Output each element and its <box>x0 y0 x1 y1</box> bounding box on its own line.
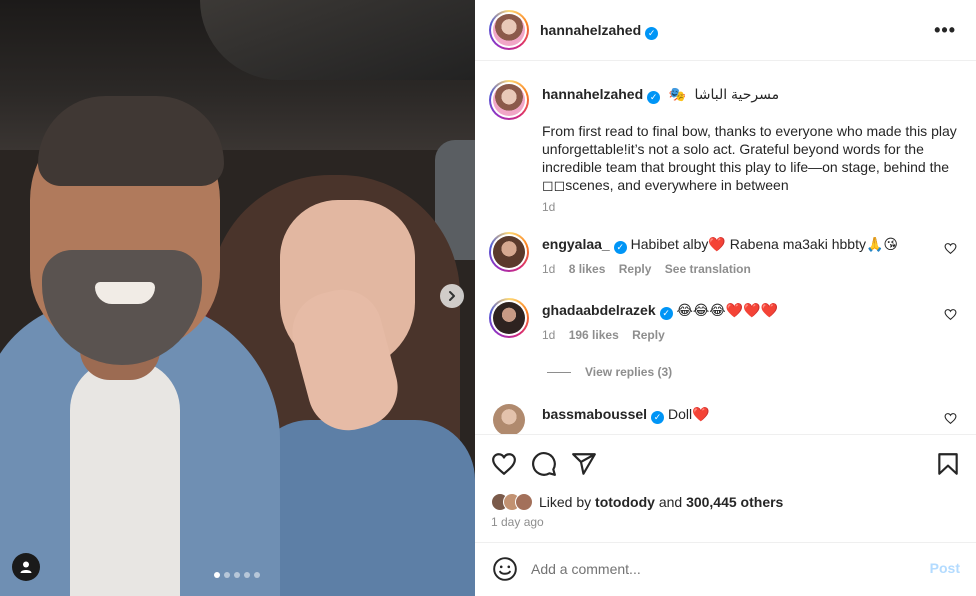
comment-item: ghadaabdelrazek ✓ 😂😂😂❤️❤️❤️ 1d 196 likes … <box>489 298 969 348</box>
view-replies-button[interactable]: View replies (3) <box>547 365 672 379</box>
commenter-avatar[interactable] <box>489 232 529 272</box>
comment-like-heart-icon[interactable] <box>944 412 957 425</box>
post-actions: Liked by totodody and 300,445 others 1 d… <box>475 434 976 542</box>
photo-man-mouth <box>95 282 155 304</box>
comment-item: bassmaboussel ✓ Doll❤️ <box>489 402 969 434</box>
commenter-username[interactable]: bassmaboussel <box>542 406 647 422</box>
next-slide-button[interactable] <box>440 284 464 308</box>
comment-likes[interactable]: 8 likes <box>569 262 606 276</box>
comment-like-heart-icon[interactable] <box>944 308 957 321</box>
post-comment-button[interactable]: Post <box>930 560 960 576</box>
commenter-avatar[interactable] <box>493 404 525 434</box>
share-icon[interactable] <box>571 451 597 477</box>
comment-text: 😂😂😂❤️❤️❤️ <box>676 302 778 318</box>
comment-likes[interactable]: 196 likes <box>569 328 619 342</box>
see-translation-button[interactable]: See translation <box>665 262 751 276</box>
liked-by-row: Liked by totodody and 300,445 others <box>491 491 783 513</box>
carousel-dot <box>234 572 240 578</box>
caption-header: hannahelzahed ✓ 🎭 مسرحية الباشا <box>542 86 779 104</box>
caption-text: From first read to final bow, thanks to … <box>542 123 957 193</box>
more-options-icon[interactable]: ••• <box>934 20 956 41</box>
post-details-panel: hannahelzahed ✓ ••• hannahelzahed ✓ 🎭 مسرح… <box>475 0 976 596</box>
comment-text: Habibet alby❤️ Rabena ma3aki hbbty🙏😘 <box>630 236 898 252</box>
comment-body: bassmaboussel ✓ Doll❤️ <box>542 406 710 424</box>
comment-body: engyalaa_ ✓ Habibet alby❤️ Rabena ma3aki … <box>542 236 898 254</box>
photo-man-hair <box>38 96 224 186</box>
author-name-row: hannahelzahed ✓ <box>540 22 659 40</box>
commenter-username[interactable]: engyalaa_ <box>542 236 610 252</box>
caption-author-username[interactable]: hannahelzahed <box>542 86 643 102</box>
carousel-dot <box>254 572 260 578</box>
liked-by-user[interactable]: totodody <box>595 494 655 510</box>
comment-meta: 1d 196 likes Reply <box>542 328 675 342</box>
comment-time: 1d <box>542 262 556 276</box>
car-roof-detail <box>200 0 475 80</box>
carousel-dots <box>214 572 260 578</box>
verified-icon: ✓ <box>647 91 661 104</box>
author-avatar[interactable] <box>489 10 529 50</box>
comment-input[interactable] <box>531 557 911 581</box>
comment-time: 1d <box>542 328 556 342</box>
liked-by-others[interactable]: 300,445 others <box>686 494 783 510</box>
caption-time: 1d <box>542 200 556 214</box>
carousel-dot <box>244 572 250 578</box>
verified-icon: ✓ <box>613 241 627 254</box>
emoji-icon[interactable] <box>492 556 518 582</box>
comment-text: Doll❤️ <box>667 406 710 422</box>
bookmark-icon[interactable] <box>935 451 961 477</box>
carousel-dot <box>214 572 220 578</box>
liked-by-and: and <box>658 494 683 510</box>
post-media[interactable] <box>0 0 475 596</box>
user-tag-icon <box>20 561 32 573</box>
comments-section[interactable]: hannahelzahed ✓ 🎭 مسرحية الباشا From firs… <box>475 62 976 434</box>
commenter-avatar[interactable] <box>489 298 529 338</box>
comment-like-heart-icon[interactable] <box>944 242 957 255</box>
post-date: 1 day ago <box>491 515 544 529</box>
verified-icon: ✓ <box>651 411 665 424</box>
caption-author-avatar[interactable] <box>489 80 529 120</box>
comment-body: ghadaabdelrazek ✓ 😂😂😂❤️❤️❤️ <box>542 302 778 320</box>
author-username[interactable]: hannahelzahed <box>540 22 641 38</box>
photo-man-shirt <box>70 360 180 596</box>
photo-woman-jacket <box>250 420 475 596</box>
comment-item: engyalaa_ ✓ Habibet alby❤️ Rabena ma3aki … <box>489 232 969 282</box>
add-comment-bar: Post <box>475 542 976 596</box>
liked-by-prefix: Liked by <box>539 494 592 510</box>
liked-by-text: Liked by totodody and 300,445 others <box>539 494 783 510</box>
verified-icon: ✓ <box>659 307 673 320</box>
reply-button[interactable]: Reply <box>619 262 652 276</box>
reply-button[interactable]: Reply <box>632 328 665 342</box>
comment-icon[interactable] <box>531 451 557 477</box>
carousel-dot <box>224 572 230 578</box>
post-header: hannahelzahed ✓ ••• <box>475 0 976 61</box>
liker-avatar[interactable] <box>515 493 533 511</box>
heart-icon[interactable] <box>491 451 517 477</box>
user-tags-button[interactable] <box>12 553 40 581</box>
next-arrow-icon <box>449 291 455 301</box>
commenter-username[interactable]: ghadaabdelrazek <box>542 302 656 318</box>
caption-title: مسرحية الباشا <box>694 86 780 102</box>
verified-icon: ✓ <box>645 27 659 40</box>
comment-meta: 1d 8 likes Reply See translation <box>542 262 761 276</box>
caption-emoji: 🎭 <box>668 86 687 102</box>
